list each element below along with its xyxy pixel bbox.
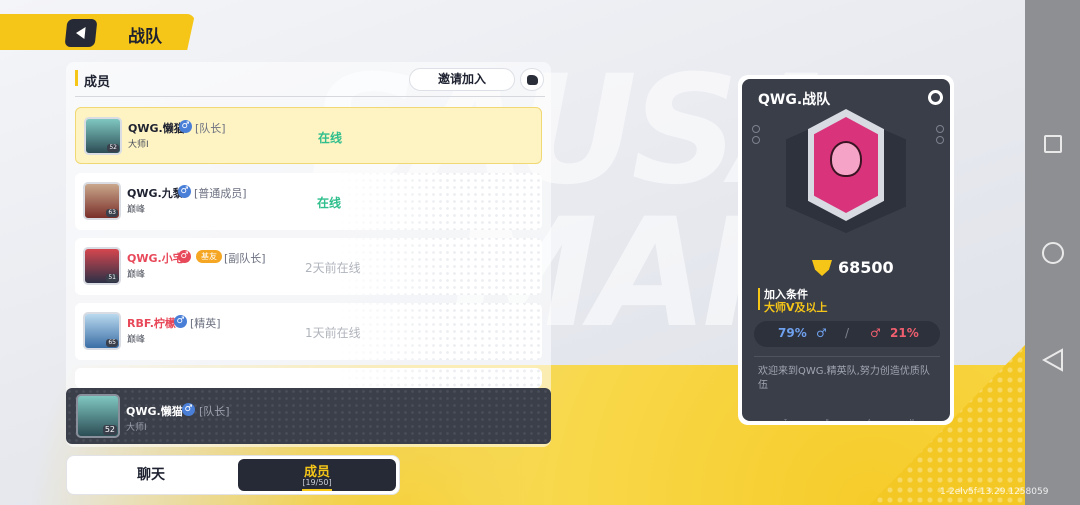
member-status: 在线 [318, 131, 343, 145]
join-condition-value: 大师V及以上 [764, 301, 828, 314]
member-name: RBF.柠檬 [127, 317, 176, 330]
self-rank: 大师I [126, 423, 147, 433]
avatar: 51 [83, 247, 121, 285]
team-footer-letters: T E A M [784, 419, 914, 421]
member-rank: 巅峰 [127, 205, 146, 215]
member-name: QWG.九黎 [127, 187, 184, 200]
panel-accent-bar [75, 70, 78, 86]
self-member-bar: 52 QWG.懒猫 ♂ [队长] 大师I [66, 388, 551, 444]
avatar-level: 51 [106, 274, 118, 282]
avatar-level: 63 [106, 209, 118, 217]
ratio-separator: / [845, 326, 850, 340]
header-bar [0, 14, 195, 50]
condition-accent-bar [758, 288, 760, 310]
member-role: [队长] [195, 122, 226, 135]
member-status: 2天前在线 [305, 261, 361, 275]
member-row[interactable]: 51 QWG.小宅 ♂ 基友 [副队长] 巅峰 2天前在线 [75, 238, 542, 295]
self-name: QWG.懒猫 [126, 405, 183, 418]
team-card-inner: QWG.战队 68500 加入条件 大师V及以上 79% ♂ / ♂ 21% 欢… [742, 79, 950, 421]
home-icon[interactable] [1042, 242, 1064, 264]
gender-ratio: 79% ♂ / ♂ 21% [754, 321, 940, 347]
tab-members-count: [19/50] [302, 478, 332, 487]
male-gender-icon: ♂ [816, 326, 827, 340]
member-role: [精英] [190, 317, 221, 330]
member-status: 1天前在线 [305, 326, 361, 340]
member-row-partial[interactable] [75, 368, 542, 388]
member-rank: 巅峰 [127, 270, 146, 280]
recent-apps-icon[interactable] [1044, 135, 1062, 153]
tab-active-underline [302, 489, 332, 491]
member-row[interactable]: 52 QWG.懒猫 ♂ [队长] 大师I 在线 [75, 107, 542, 164]
friend-badge: 基友 [196, 250, 222, 263]
avatar: 65 [83, 312, 121, 350]
gender-icon: ♂ [870, 326, 881, 340]
member-rank: 巅峰 [127, 335, 146, 345]
member-name: QWG.小宅 [127, 252, 184, 265]
chat-bubble-button[interactable] [520, 68, 544, 91]
self-role: [队长] [199, 405, 230, 418]
female-ratio: 21% [890, 326, 919, 340]
back-button[interactable] [64, 19, 98, 47]
footer-letter: M [910, 419, 914, 421]
back-nav-icon[interactable] [1042, 348, 1064, 372]
system-nav-bar [1025, 0, 1080, 505]
footer-letter: T [784, 419, 787, 421]
avatar-level: 65 [106, 339, 118, 347]
version-label: 1-2elv5f-13.29.1258059 [940, 487, 1049, 497]
male-gender-icon: ♂ [179, 120, 192, 133]
team-score: 68500 [838, 258, 894, 277]
page-title: 战队 [128, 27, 162, 47]
settings-gear-icon[interactable] [928, 90, 943, 105]
member-status: 在线 [317, 196, 342, 210]
male-gender-icon: ♂ [174, 315, 187, 328]
back-arrow-icon [75, 27, 86, 39]
team-name: QWG.战队 [758, 92, 831, 108]
panel-divider [75, 96, 545, 97]
member-rank: 大师I [128, 140, 149, 150]
chat-bubble-icon [527, 75, 538, 85]
team-emblem-icon [830, 141, 862, 177]
tab-members[interactable]: 成员 [19/50] [238, 459, 396, 491]
self-avatar: 52 [76, 394, 120, 438]
member-row[interactable]: 63 QWG.九黎 ♂ [普通成员] 巅峰 在线 [75, 173, 542, 230]
footer-letter: E [826, 419, 829, 421]
male-ratio: 79% [778, 326, 807, 340]
card-divider [754, 356, 940, 357]
trophy-icon [812, 260, 832, 276]
member-role: [副队长] [224, 252, 266, 265]
male-gender-icon: ♂ [178, 185, 191, 198]
decorative-dots [936, 125, 944, 144]
male-gender-icon: ♂ [182, 403, 195, 416]
invite-button[interactable]: 邀请加入 [409, 68, 515, 91]
avatar: 52 [84, 117, 122, 155]
gender-icon: ♂ [178, 250, 191, 263]
footer-letter: A [868, 419, 871, 421]
member-name: QWG.懒猫 [128, 122, 185, 135]
avatar-level: 52 [107, 144, 119, 152]
tab-chat[interactable]: 聊天 [66, 455, 236, 495]
member-row[interactable]: 65 RBF.柠檬 ♂ [精英] 巅峰 1天前在线 [75, 303, 542, 360]
team-description: 欢迎来到QWG.精英队,努力创造优质队伍 [758, 366, 930, 391]
avatar-level: 52 [102, 425, 117, 435]
decorative-dots [752, 125, 760, 144]
team-card: QWG.战队 68500 加入条件 大师V及以上 79% ♂ / ♂ 21% 欢… [738, 75, 954, 425]
avatar: 63 [83, 182, 121, 220]
panel-title: 成员 [84, 75, 111, 90]
member-role: [普通成员] [194, 187, 247, 200]
